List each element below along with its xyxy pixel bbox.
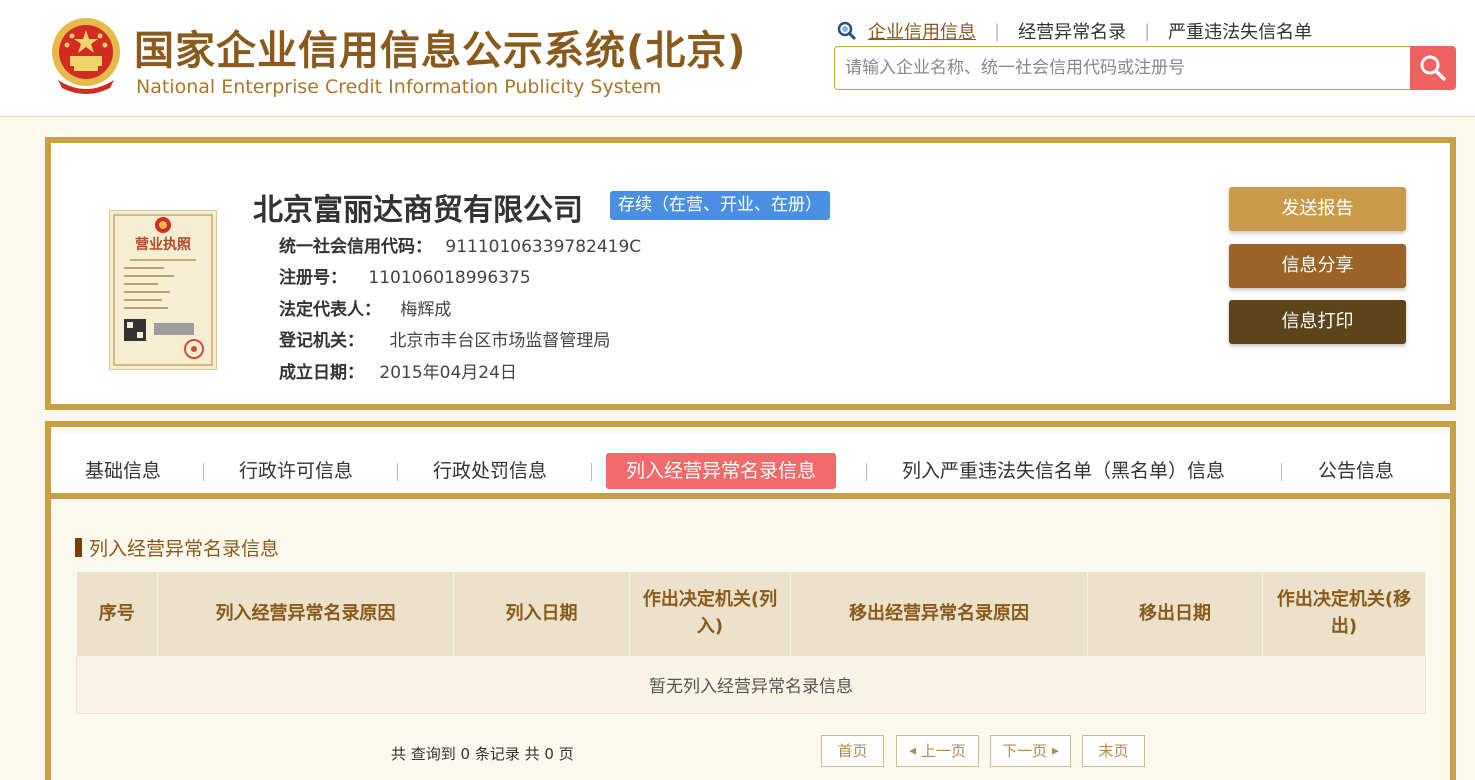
tab-admin-license[interactable]: 行政许可信息 (239, 453, 353, 489)
field-label: 登记机关： (279, 331, 364, 351)
nav-abnormal-list[interactable]: 经营异常名录 (1018, 18, 1126, 44)
tab-separator (203, 463, 204, 481)
license-title: 营业执照 (135, 236, 191, 253)
column-header: 列入经营异常名录原因 (157, 572, 454, 655)
column-header: 移出经营异常名录原因 (790, 572, 1088, 655)
pager-info: 共 查询到 0 条记录 共 0 页 (391, 745, 574, 763)
chevron-left-icon: ◀ (909, 746, 917, 757)
tab-admin-penalty[interactable]: 行政处罚信息 (433, 453, 547, 489)
table-header-row: 序号 列入经营异常名录原因 列入日期 作出决定机关(列入) 移出经营异常名录原因… (76, 572, 1426, 655)
tab-announcements[interactable]: 公告信息 (1318, 453, 1394, 489)
nav-separator: | (994, 20, 1001, 42)
field-value: 91110106339782419C (445, 237, 642, 257)
info-panel: 基础信息 行政许可信息 行政处罚信息 列入经营异常名录信息 列入严重违法失信名单… (45, 421, 1456, 780)
tab-bar: 基础信息 行政许可信息 行政处罚信息 列入经营异常名录信息 列入严重违法失信名单… (51, 433, 1450, 499)
section-title: 列入经营异常名录信息 (75, 534, 279, 561)
column-header: 序号 (76, 572, 158, 655)
company-name: 北京富丽达商贸有限公司 (253, 193, 583, 228)
share-info-button[interactable]: 信息分享 (1229, 244, 1406, 288)
pager-last-button[interactable]: 末页 (1082, 735, 1145, 767)
table-row: 暂无列入经营异常名录信息 (76, 654, 1426, 714)
tab-blacklist[interactable]: 列入严重违法失信名单（黑名单）信息 (902, 453, 1225, 489)
nav-separator: | (1144, 20, 1151, 42)
national-emblem-icon (52, 18, 120, 94)
pager-prev-label: 上一页 (920, 742, 966, 760)
field-label: 注册号： (279, 268, 347, 288)
tab-separator (591, 463, 592, 481)
pager-next-label: 下一页 (1002, 742, 1048, 760)
site-header: 国家企业信用信息公示系统(北京) National Enterprise Cre… (0, 0, 1475, 117)
search-button[interactable] (1410, 46, 1456, 90)
tab-basic-info[interactable]: 基础信息 (85, 453, 161, 489)
chevron-right-icon: ▶ (1051, 746, 1059, 757)
field-reg-number: 注册号： 110106018996375 (279, 263, 531, 288)
field-value: 110106018996375 (368, 268, 531, 288)
field-established-date: 成立日期： 2015年04月24日 (279, 358, 517, 383)
column-header: 移出日期 (1087, 572, 1263, 655)
field-value: 2015年04月24日 (379, 363, 517, 383)
column-header: 作出决定机关(移出) (1262, 572, 1426, 655)
abnormal-list-table: 序号 列入经营异常名录原因 列入日期 作出决定机关(列入) 移出经营异常名录原因… (76, 572, 1426, 714)
nav-blacklist[interactable]: 严重违法失信名单 (1168, 18, 1312, 44)
search-icon (1420, 55, 1446, 81)
search-box (834, 46, 1456, 90)
search-input[interactable] (835, 47, 1411, 89)
tab-abnormal-list[interactable]: 列入经营异常名录信息 (606, 453, 837, 489)
top-nav: 企业信用信息 | 经营异常名录 | 严重违法失信名单 (836, 18, 1312, 44)
search-icon (837, 21, 857, 41)
column-header: 作出决定机关(列入) (629, 572, 791, 655)
empty-table-message: 暂无列入经营异常名录信息 (76, 654, 1426, 714)
send-report-button[interactable]: 发送报告 (1229, 187, 1406, 231)
field-legal-rep: 法定代表人： 梅辉成 (279, 295, 451, 320)
field-value: 梅辉成 (400, 300, 452, 320)
business-license-image[interactable]: 营业执照 (109, 210, 217, 370)
nav-credit-info[interactable]: 企业信用信息 (868, 18, 976, 44)
field-value: 北京市丰台区市场监督管理局 (389, 331, 611, 351)
site-title: 国家企业信用信息公示系统(北京) (134, 28, 747, 74)
pager-prev-button[interactable]: ◀ 上一页 (896, 735, 979, 767)
tab-separator (397, 463, 398, 481)
pager-next-button[interactable]: 下一页 ▶ (990, 735, 1071, 767)
field-label: 成立日期： (279, 363, 364, 383)
field-credit-code: 统一社会信用代码： 91110106339782419C (279, 232, 641, 257)
field-reg-authority: 登记机关： 北京市丰台区市场监督管理局 (279, 326, 610, 351)
business-license-icon: 营业执照 (113, 214, 213, 366)
field-label: 统一社会信用代码： (279, 237, 432, 257)
site-subtitle: National Enterprise Credit Information P… (136, 76, 662, 98)
company-card: 营业执照 北京富丽达商贸有限公司 存续（在营、开业、在册） 统一社会信用代码： … (45, 137, 1456, 410)
pager-first-button[interactable]: 首页 (821, 735, 884, 767)
status-badge: 存续（在营、开业、在册） (610, 191, 830, 220)
column-header: 列入日期 (453, 572, 630, 655)
print-info-button[interactable]: 信息打印 (1229, 300, 1406, 344)
tab-separator (1281, 463, 1282, 481)
field-label: 法定代表人： (279, 300, 381, 320)
tab-separator (866, 463, 867, 481)
